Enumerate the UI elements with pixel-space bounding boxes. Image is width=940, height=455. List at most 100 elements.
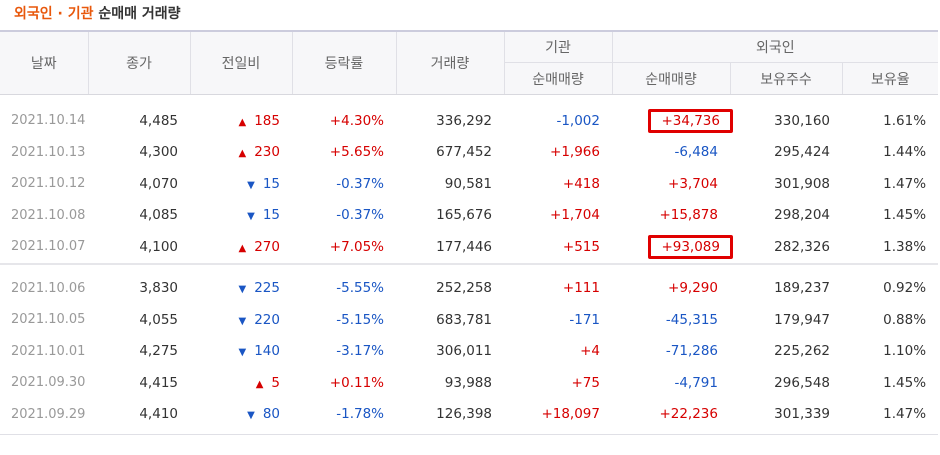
cell-date: 2021.10.07 [0,231,88,264]
cell-close-value: 3,830 [139,280,178,297]
cell-close-value: 4,085 [139,207,178,224]
highlight-box: +93,089 [648,234,733,259]
cell-rate: +5.65% [292,137,396,169]
header-volume: 거래량 [395,30,504,95]
cell-inst-net-value: +111 [562,280,600,297]
cell-change-value: 270 [254,238,280,255]
cell-date-value: 2021.09.29 [11,406,86,422]
title-investor-label: 외국인 · 기관 [14,6,94,22]
cell-rate-value: -5.55% [336,280,384,297]
cell-volume-value: 336,292 [436,112,492,129]
cell-foreign-ratio-value: 1.61% [883,112,927,129]
down-arrow-icon: ▼ [247,211,255,223]
cell-foreign-hold-value: 298,204 [774,207,830,224]
cell-foreign-hold: 189,237 [730,273,842,305]
cell-close: 4,410 [88,399,190,431]
trading-table: 날짜 종가 전일비 등락률 거래량 기관 외국인 순매매량 순매매량 보유주수 … [0,30,939,435]
cell-date-value: 2021.10.05 [11,312,86,328]
cell-change-value: 5 [271,374,280,391]
cell-volume: 683,781 [396,304,504,336]
cell-inst-net-value: -1,002 [556,112,600,129]
cell-foreign-net: +34,736 [612,105,733,137]
down-arrow-icon: ▼ [238,347,247,359]
cell-foreign-ratio: 1.44% [842,137,938,169]
table-row: 2021.10.05 4,055 ▼ 220 -5.15% 683,781 -171 -45,… [0,304,938,336]
cell-date: 2021.10.05 [0,304,88,336]
cell-inst-net: +18,097 [504,399,612,431]
cell-close-value: 4,100 [139,238,178,255]
cell-change: ▲ 185 [190,105,292,137]
up-arrow-icon: ▲ [238,148,247,160]
cell-volume-value: 677,452 [436,144,492,161]
cell-close: 4,300 [88,137,190,169]
cell-rate-value: -3.17% [336,343,384,360]
rows-group-1: 2021.10.14 4,485 ▲ 185 +4.30% 336,292 -1,002 +3… [0,95,938,264]
cell-rate-value: -5.15% [336,311,384,328]
cell-foreign-ratio-value: 1.47% [883,175,927,192]
cell-change: ▼ 140 [190,336,292,368]
panel-title: 외국인 · 기관 순매매 거래량 [14,3,181,23]
cell-volume-value: 90,581 [444,175,492,192]
cell-inst-net-value: +1,966 [550,144,600,161]
cell-rate: -0.37% [292,200,396,232]
cell-foreign-net: +22,236 [612,399,730,431]
cell-date-value: 2021.09.30 [11,375,86,391]
down-arrow-icon: ▼ [247,410,255,422]
cell-rate: -3.17% [292,336,396,368]
header-inst-net: 순매매량 [503,62,612,95]
cell-change: ▲ 230 [190,137,292,169]
cell-volume: 90,581 [396,168,504,200]
cell-foreign-hold: 296,548 [730,367,842,399]
cell-inst-net-value: +18,097 [541,406,600,423]
cell-inst-net-value: +418 [562,175,600,192]
header-foreign-hold: 보유주수 [729,62,842,95]
cell-change-value: 80 [262,406,280,423]
cell-volume: 126,398 [396,399,504,431]
cell-inst-net: +418 [504,168,612,200]
cell-inst-net: +75 [504,367,612,399]
header-change: 전일비 [189,30,292,95]
cell-foreign-hold-value: 301,339 [774,406,830,423]
cell-date: 2021.09.30 [0,367,88,399]
cell-foreign-net: +9,290 [612,273,730,305]
cell-change: ▼ 15 [190,200,292,232]
cell-foreign-ratio: 1.45% [842,200,938,232]
cell-change: ▼ 225 [190,273,292,305]
cell-date-value: 2021.10.14 [11,113,86,129]
header-foreign: 외국인 [611,30,939,63]
cell-volume-value: 683,781 [436,311,492,328]
cell-rate-value: -0.37% [336,207,384,224]
cell-close-value: 4,300 [139,144,178,161]
cell-foreign-net-value: +15,878 [659,207,718,224]
cell-rate: -5.15% [292,304,396,336]
cell-change-value: 140 [254,343,280,360]
cell-close: 4,415 [88,367,190,399]
cell-change-value: 185 [254,112,280,129]
cell-foreign-ratio-value: 1.45% [883,374,927,391]
cell-volume: 677,452 [396,137,504,169]
cell-close: 4,485 [88,105,190,137]
cell-inst-net: -171 [504,304,612,336]
cell-rate: +0.11% [292,367,396,399]
cell-foreign-hold-value: 301,908 [774,175,830,192]
cell-change: ▼ 220 [190,304,292,336]
cell-foreign-ratio: 0.88% [842,304,938,336]
cell-date: 2021.10.01 [0,336,88,368]
cell-change: ▲ 5 [190,367,292,399]
cell-volume: 252,258 [396,273,504,305]
cell-foreign-ratio: 1.10% [842,336,938,368]
cell-foreign-hold: 179,947 [730,304,842,336]
cell-rate-value: -0.37% [336,175,384,192]
cell-volume: 177,446 [396,231,504,264]
table-row: 2021.10.07 4,100 ▲ 270 +7.05% 177,446 +515 +93,… [0,231,938,264]
cell-change-value: 15 [262,207,280,224]
cell-inst-net: +515 [504,231,612,264]
cell-foreign-hold-value: 282,326 [774,238,830,255]
down-arrow-icon: ▼ [238,284,247,296]
cell-foreign-ratio: 1.47% [842,399,938,431]
cell-foreign-net: -71,286 [612,336,730,368]
cell-change-value: 220 [254,311,280,328]
cell-close-value: 4,410 [139,406,178,423]
cell-foreign-net: -4,791 [612,367,730,399]
table-row: 2021.09.30 4,415 ▲ 5 +0.11% 93,988 +75 -4,791 29… [0,367,938,399]
